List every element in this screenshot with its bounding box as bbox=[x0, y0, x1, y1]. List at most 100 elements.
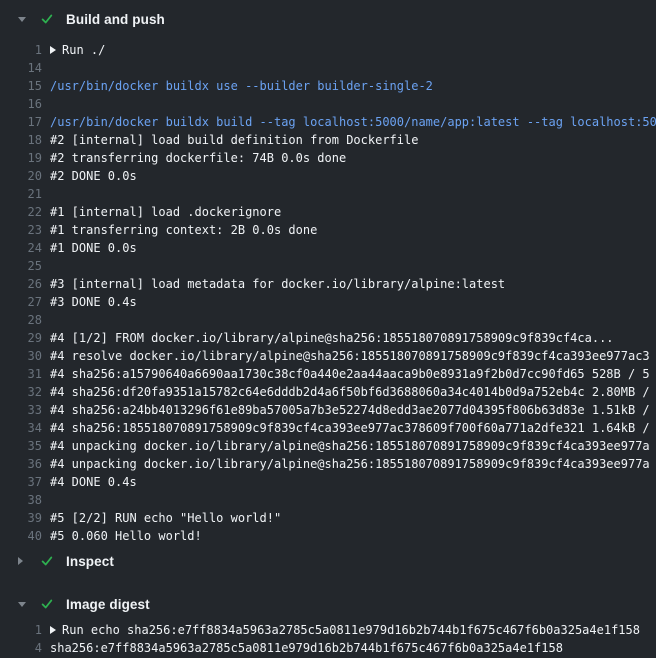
line-number[interactable]: 39 bbox=[0, 509, 42, 527]
line-number[interactable]: 31 bbox=[0, 365, 42, 383]
line-number[interactable]: 15 bbox=[0, 77, 42, 95]
log-line: 1 Run ./ bbox=[0, 41, 656, 59]
line-number[interactable]: 27 bbox=[0, 293, 42, 311]
log-line: 18 #2 [internal] load build definition fr… bbox=[0, 131, 656, 149]
chevron-down-icon[interactable] bbox=[18, 598, 28, 610]
log-text: #4 DONE 0.4s bbox=[50, 473, 137, 491]
line-number[interactable]: 16 bbox=[0, 95, 42, 113]
section-title: Image digest bbox=[66, 597, 150, 612]
expand-group-icon[interactable] bbox=[50, 46, 56, 54]
log-text: #4 unpacking docker.io/library/alpine@sh… bbox=[50, 437, 650, 455]
log-lines-build-and-push: 1Run ./14 Using builder instance builder… bbox=[0, 41, 656, 545]
log-line: 32 #4 sha256:df20fa9351a15782c64e6dddb2d4… bbox=[0, 383, 656, 401]
log-line: 38 bbox=[0, 491, 656, 509]
section-header-build-and-push[interactable]: Build and push bbox=[0, 7, 656, 31]
log-text: #4 sha256:a24bb4013296f61e89ba57005a7b3e… bbox=[50, 401, 650, 419]
workflow-log: Build and push 1Run ./14 Using builder i… bbox=[0, 0, 656, 658]
line-number[interactable]: 19 bbox=[0, 149, 42, 167]
log-line: 31 #4 sha256:a15790640a6690aa1730c38cf0a4… bbox=[0, 365, 656, 383]
line-number[interactable]: 35 bbox=[0, 437, 42, 455]
line-number[interactable]: 24 bbox=[0, 239, 42, 257]
log-text: #3 DONE 0.4s bbox=[50, 293, 137, 311]
line-number[interactable]: 34 bbox=[0, 419, 42, 437]
log-line: 28 bbox=[0, 311, 656, 329]
log-line: 14 Using builder instance builder-single… bbox=[0, 59, 656, 77]
pushpin-icon bbox=[50, 59, 62, 71]
log-text: #2 transferring dockerfile: 74B 0.0s don… bbox=[50, 149, 346, 167]
line-number[interactable]: 4 bbox=[0, 639, 42, 657]
log-text: #5 [2/2] RUN echo "Hello world!" bbox=[50, 509, 281, 527]
log-lines-image-digest: 1 Run echo sha256:e7ff8834a5963a2785c5a08… bbox=[0, 621, 656, 657]
line-number[interactable]: 25 bbox=[0, 257, 42, 275]
log-text: #4 sha256:185518070891758909c9f839cf4ca3… bbox=[50, 419, 650, 437]
log-text: #1 DONE 0.0s bbox=[50, 239, 137, 257]
log-text: #4 sha256:df20fa9351a15782c64e6dddb2d4a6… bbox=[50, 383, 650, 401]
log-text: sha256:e7ff8834a5963a2785c5a0811e979d16b… bbox=[50, 639, 563, 657]
log-line: 40#5 0.060 Hello world! bbox=[0, 527, 656, 545]
log-text: Starting build... bbox=[50, 95, 189, 113]
expand-group-icon[interactable] bbox=[50, 626, 56, 634]
log-line: 39 #5 [2/2] RUN echo "Hello world!" bbox=[0, 509, 656, 527]
chevron-down-icon[interactable] bbox=[18, 13, 28, 25]
line-number[interactable]: 23 bbox=[0, 221, 42, 239]
line-number[interactable]: 37 bbox=[0, 473, 42, 491]
log-command-text: /usr/bin/docker buildx use --builder bui… bbox=[50, 77, 433, 95]
line-number[interactable]: 32 bbox=[0, 383, 42, 401]
log-line: 23 #1 transferring context: 2B 0.0s done bbox=[0, 221, 656, 239]
section-title: Build and push bbox=[66, 12, 165, 27]
line-number[interactable]: 28 bbox=[0, 311, 42, 329]
log-text: #1 [internal] load .dockerignore bbox=[50, 203, 281, 221]
log-text: #1 transferring context: 2B 0.0s done bbox=[50, 221, 317, 239]
log-line: 33 #4 sha256:a24bb4013296f61e89ba57005a7b… bbox=[0, 401, 656, 419]
log-line: 34 #4 sha256:185518070891758909c9f839cf4c… bbox=[0, 419, 656, 437]
line-number[interactable]: 1 bbox=[0, 621, 42, 639]
section-header-inspect[interactable]: Inspect bbox=[0, 549, 656, 573]
log-text: Run echo sha256:e7ff8834a5963a2785c5a081… bbox=[50, 621, 640, 639]
section-title: Inspect bbox=[66, 554, 114, 569]
log-line: 25 bbox=[0, 257, 656, 275]
log-line: 22 #1 [internal] load .dockerignore bbox=[0, 203, 656, 221]
line-number[interactable]: 30 bbox=[0, 347, 42, 365]
check-icon bbox=[40, 12, 54, 26]
check-icon bbox=[40, 597, 54, 611]
line-number[interactable]: 1 bbox=[0, 41, 42, 59]
log-line: 36 #4 unpacking docker.io/library/alpine@… bbox=[0, 455, 656, 473]
log-line: 4 sha256:e7ff8834a5963a2785c5a0811e979d16… bbox=[0, 639, 656, 657]
log-command-text: /usr/bin/docker buildx build --tag local… bbox=[50, 113, 656, 131]
log-line: 37 #4 DONE 0.4s bbox=[0, 473, 656, 491]
line-number[interactable]: 26 bbox=[0, 275, 42, 293]
line-number[interactable]: 20 bbox=[0, 167, 42, 185]
line-number[interactable]: 33 bbox=[0, 401, 42, 419]
line-number[interactable]: 29 bbox=[0, 329, 42, 347]
log-text: #2 [internal] load build definition from… bbox=[50, 131, 418, 149]
log-line: 30 #4 resolve docker.io/library/alpine@sh… bbox=[0, 347, 656, 365]
log-text: #4 [1/2] FROM docker.io/library/alpine@s… bbox=[50, 329, 614, 347]
section-header-image-digest[interactable]: Image digest bbox=[0, 592, 656, 616]
line-number[interactable]: 21 bbox=[0, 185, 42, 203]
log-line: 19 #2 transferring dockerfile: 74B 0.0s d… bbox=[0, 149, 656, 167]
log-line: 24 #1 DONE 0.0s bbox=[0, 239, 656, 257]
line-number[interactable]: 38 bbox=[0, 491, 42, 509]
log-line: 20 #2 DONE 0.0s bbox=[0, 167, 656, 185]
runner-icon bbox=[50, 95, 62, 107]
line-number[interactable]: 14 bbox=[0, 59, 42, 77]
log-line: 21 bbox=[0, 185, 656, 203]
log-line: 15/usr/bin/docker buildx use --builder b… bbox=[0, 77, 656, 95]
log-line: 35 #4 unpacking docker.io/library/alpine@… bbox=[0, 437, 656, 455]
log-line: 17/usr/bin/docker buildx build --tag loc… bbox=[0, 113, 656, 131]
log-line: 27 #3 DONE 0.4s bbox=[0, 293, 656, 311]
log-text: #4 resolve docker.io/library/alpine@sha2… bbox=[50, 347, 650, 365]
chevron-right-icon[interactable] bbox=[18, 555, 28, 567]
line-number[interactable]: 40 bbox=[0, 527, 42, 545]
log-text: Using builder instance builder-single-2 bbox=[50, 59, 348, 77]
log-text: #4 unpacking docker.io/library/alpine@sh… bbox=[50, 455, 650, 473]
line-number[interactable]: 36 bbox=[0, 455, 42, 473]
check-icon bbox=[40, 554, 54, 568]
log-line: 26#3 [internal] load metadata for docker… bbox=[0, 275, 656, 293]
line-number[interactable]: 18 bbox=[0, 131, 42, 149]
log-text: #2 DONE 0.0s bbox=[50, 167, 137, 185]
log-text: Run ./ bbox=[50, 41, 105, 59]
line-number[interactable]: 17 bbox=[0, 113, 42, 131]
line-number[interactable]: 22 bbox=[0, 203, 42, 221]
log-text: #4 sha256:a15790640a6690aa1730c38cf0a440… bbox=[50, 365, 650, 383]
